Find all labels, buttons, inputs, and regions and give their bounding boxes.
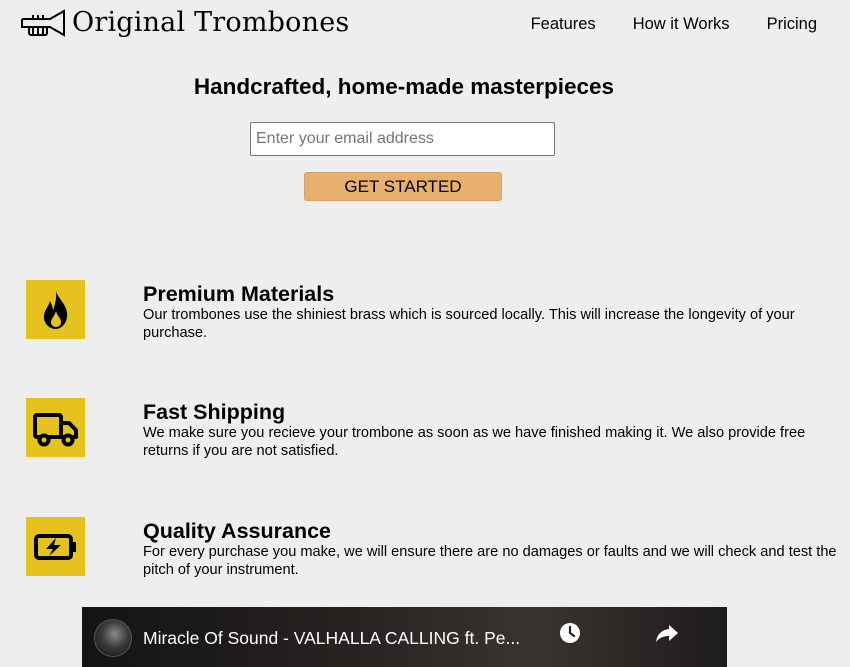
truck-icon bbox=[26, 398, 85, 457]
trumpet-icon bbox=[21, 9, 65, 37]
feature-title: Premium Materials bbox=[143, 282, 335, 306]
feature-description: For every purchase you make, we will ens… bbox=[143, 544, 837, 578]
video-embed[interactable]: Miracle Of Sound - VALHALLA CALLING ft. … bbox=[82, 607, 727, 667]
share-icon[interactable] bbox=[653, 619, 681, 647]
site-header: Original Trombones Features How it Works… bbox=[0, 0, 850, 48]
hero-title: Handcrafted, home-made masterpieces bbox=[193, 74, 615, 99]
feature-description: We make sure you recieve your trombone a… bbox=[143, 425, 806, 459]
nav-link-how-it-works[interactable]: How it Works bbox=[633, 15, 730, 34]
get-started-button[interactable]: GET STARTED bbox=[304, 172, 502, 201]
nav-link-pricing[interactable]: Pricing bbox=[767, 15, 817, 34]
fire-icon bbox=[26, 280, 85, 339]
video-title[interactable]: Miracle Of Sound - VALHALLA CALLING ft. … bbox=[143, 628, 520, 649]
battery-bolt-icon bbox=[26, 517, 85, 576]
brand-name: Original Trombones bbox=[72, 7, 350, 38]
feature-title: Quality Assurance bbox=[143, 519, 331, 543]
main-nav: Features How it Works Pricing bbox=[494, 15, 817, 34]
nav-link-features[interactable]: Features bbox=[531, 15, 596, 34]
feature-title: Fast Shipping bbox=[143, 400, 286, 424]
feature-description: Our trombones use the shiniest brass whi… bbox=[143, 307, 795, 341]
email-input[interactable] bbox=[250, 122, 555, 156]
clock-icon[interactable] bbox=[556, 619, 584, 647]
channel-avatar[interactable] bbox=[94, 619, 132, 657]
brand-logo[interactable]: Original Trombones bbox=[20, 6, 349, 40]
